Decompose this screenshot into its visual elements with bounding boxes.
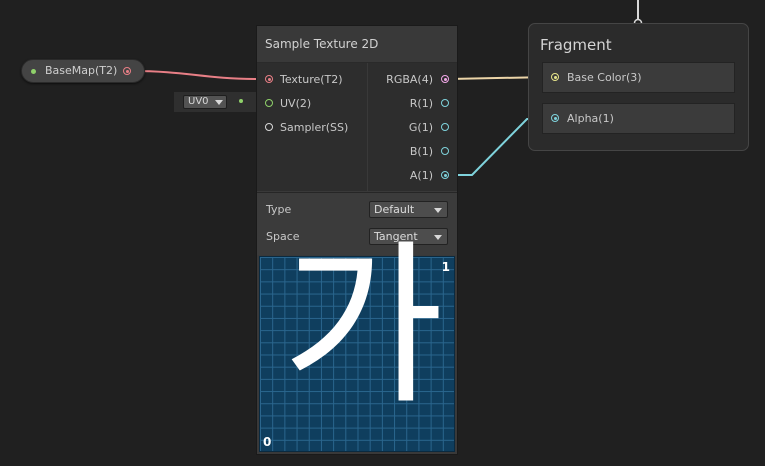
b-output-label: B(1)	[409, 145, 433, 158]
r-output-port[interactable]	[441, 99, 449, 107]
uv-input-label: UV(2)	[280, 97, 312, 110]
base-color-input-port[interactable]	[551, 73, 559, 81]
node-ports-area: Texture(T2) UV(2) Sampler(SS) RGBA(4) R(…	[257, 63, 457, 191]
ports-divider	[367, 63, 368, 191]
texture-input-label: Texture(T2)	[280, 73, 343, 86]
fragment-node[interactable]: Fragment Base Color(3) Alpha(1)	[528, 23, 749, 151]
uv-channel-dropdown[interactable]: UV0	[183, 95, 227, 109]
basemap-output-port[interactable]	[123, 67, 131, 75]
alpha-label: Alpha(1)	[567, 112, 614, 125]
property-label: BaseMap(T2)	[45, 64, 118, 77]
type-value: Default	[374, 203, 415, 216]
alpha-slot[interactable]: Alpha(1)	[542, 103, 735, 134]
sample-texture-2d-node[interactable]: Sample Texture 2D Texture(T2) UV(2) Samp…	[257, 26, 457, 454]
uv-input-port[interactable]	[265, 99, 273, 107]
g-output-label: G(1)	[408, 121, 433, 134]
texture-input-port[interactable]	[265, 75, 273, 83]
property-dot-icon	[31, 69, 36, 74]
a-output-port[interactable]	[441, 171, 449, 179]
rgba-output-port[interactable]	[441, 75, 449, 83]
basemap-property-node[interactable]: BaseMap(T2)	[21, 59, 145, 83]
node-title-bar[interactable]: Sample Texture 2D	[257, 26, 457, 63]
type-dropdown[interactable]: Default	[369, 201, 448, 218]
b-output-port[interactable]	[441, 147, 449, 155]
uv-channel-value: UV0	[188, 96, 209, 107]
fragment-title: Fragment	[540, 36, 612, 54]
base-color-slot[interactable]: Base Color(3)	[542, 62, 735, 93]
texture-preview: 가 1 0	[259, 239, 455, 452]
sampler-input-port[interactable]	[265, 123, 273, 131]
base-color-label: Base Color(3)	[567, 71, 642, 84]
rgba-output-label: RGBA(4)	[386, 73, 433, 86]
uv-inline-dot-icon	[239, 99, 243, 103]
sampler-input-label: Sampler(SS)	[280, 121, 349, 134]
node-title: Sample Texture 2D	[265, 37, 379, 51]
preview-corner-bottom-left: 0	[263, 435, 272, 449]
a-output-label: A(1)	[409, 169, 433, 182]
alpha-input-port[interactable]	[551, 114, 559, 122]
chevron-down-icon	[215, 100, 223, 105]
g-output-port[interactable]	[441, 123, 449, 131]
preview-glyph: 가	[282, 224, 444, 429]
preview-corner-top-right: 1	[441, 260, 450, 274]
chevron-down-icon	[434, 208, 442, 213]
r-output-label: R(1)	[409, 97, 433, 110]
wire-basemap-to-texture	[130, 70, 263, 80]
type-label: Type	[266, 203, 292, 216]
